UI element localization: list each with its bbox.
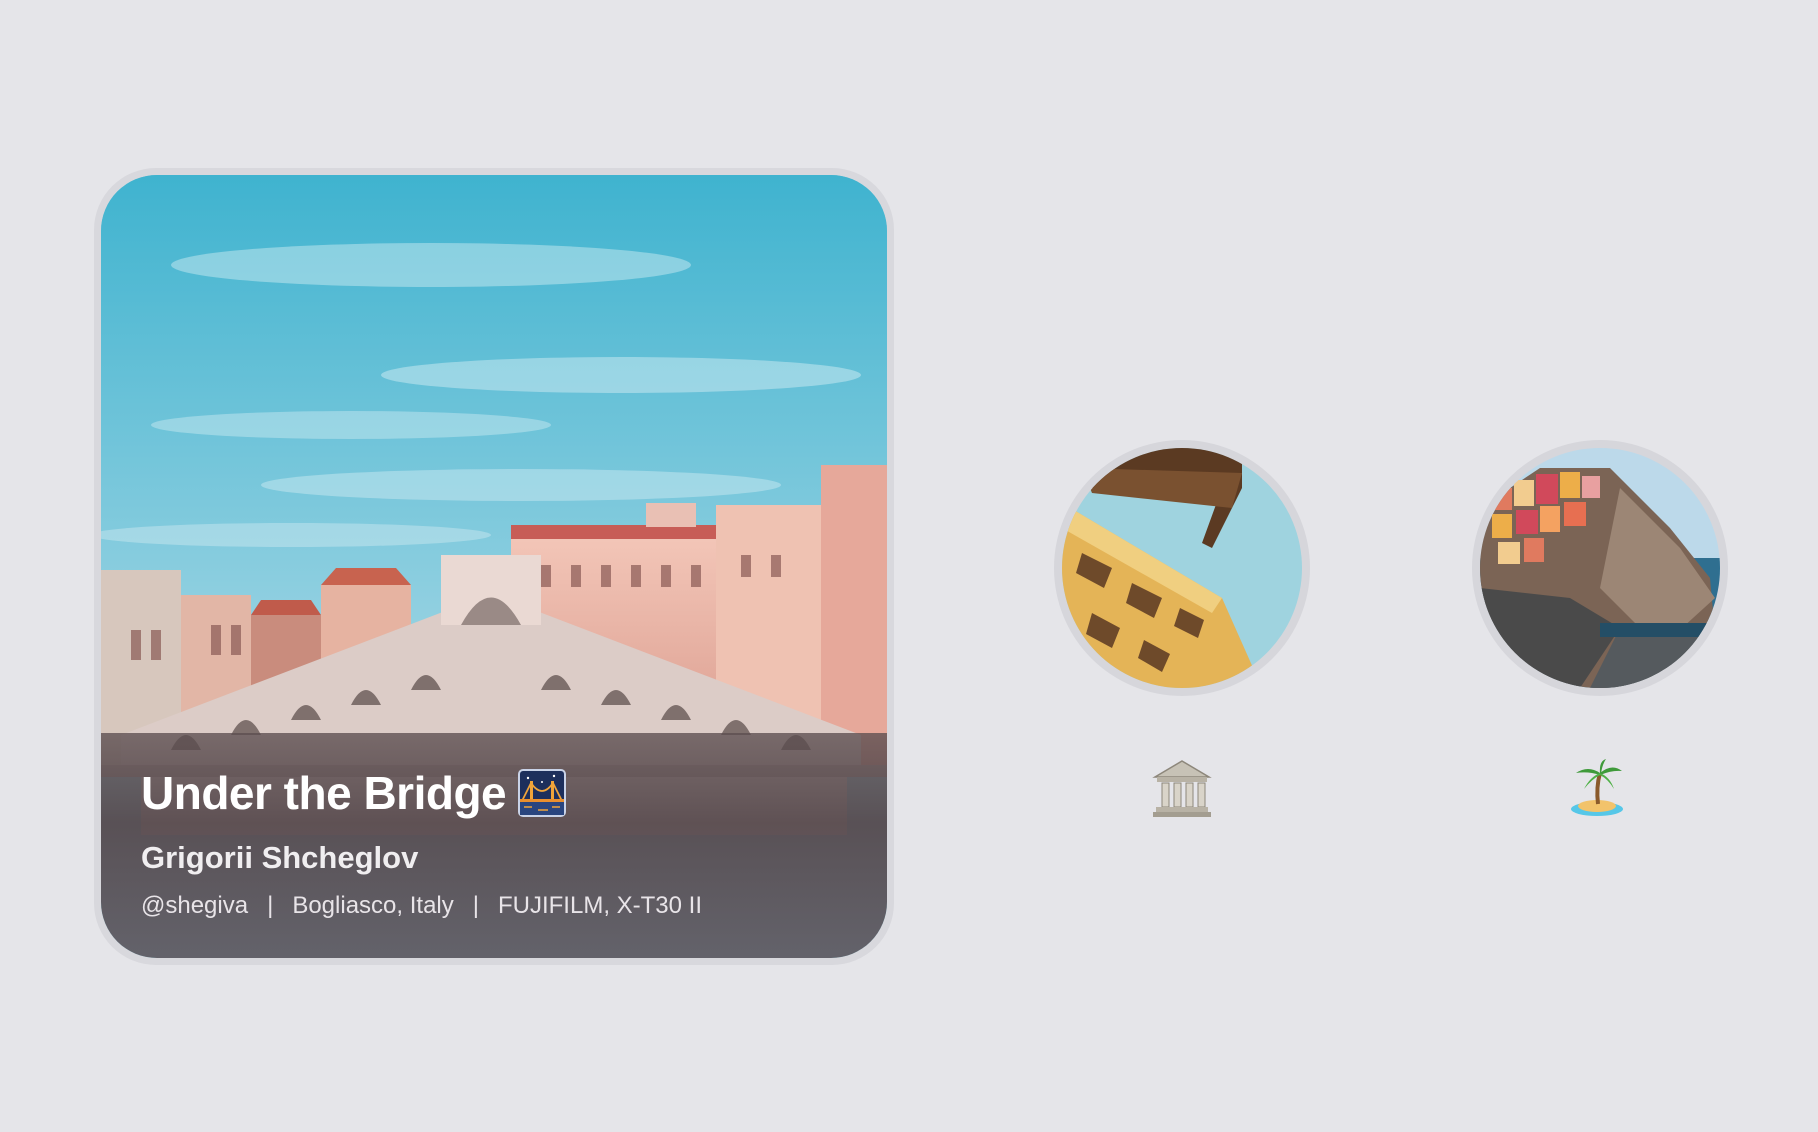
building-photo <box>1062 448 1302 688</box>
meta-separator: | <box>267 892 274 919</box>
featured-photo-card-inner: Under the Bridge Grigorii Shcheglov @she… <box>101 175 887 958</box>
night-bridge-emoji-icon <box>518 769 567 817</box>
card-title: Under the Bridge <box>141 767 507 819</box>
classical-building-emoji-icon <box>1152 760 1212 817</box>
card-title-row: Under the Bridge <box>141 764 847 822</box>
photo-gallery: Under the Bridge Grigorii Shcheglov @she… <box>0 0 1818 1132</box>
coastal-village-photo-image <box>1480 448 1720 688</box>
desert-island-emoji-icon <box>1571 759 1623 816</box>
building-photo-thumbnail[interactable] <box>1054 440 1310 696</box>
meta-separator: | <box>472 892 479 919</box>
coastal-village-photo <box>1480 448 1720 688</box>
card-caption: Under the Bridge Grigorii Shcheglov @she… <box>141 764 847 920</box>
coastal-village-photo-thumbnail[interactable] <box>1472 440 1728 696</box>
camera-model: FUJIFILM, X-T30 II <box>497 892 703 919</box>
card-meta: @shegiva | Bogliasco, Italy | FUJIFILM, … <box>141 892 847 920</box>
photo-location: Bogliasco, Italy <box>292 892 454 919</box>
featured-photo-card[interactable]: Under the Bridge Grigorii Shcheglov @she… <box>94 168 894 965</box>
card-author: Grigorii Shcheglov <box>141 840 419 875</box>
photographer-handle[interactable]: @shegiva <box>141 892 248 920</box>
building-photo-image <box>1062 448 1302 688</box>
